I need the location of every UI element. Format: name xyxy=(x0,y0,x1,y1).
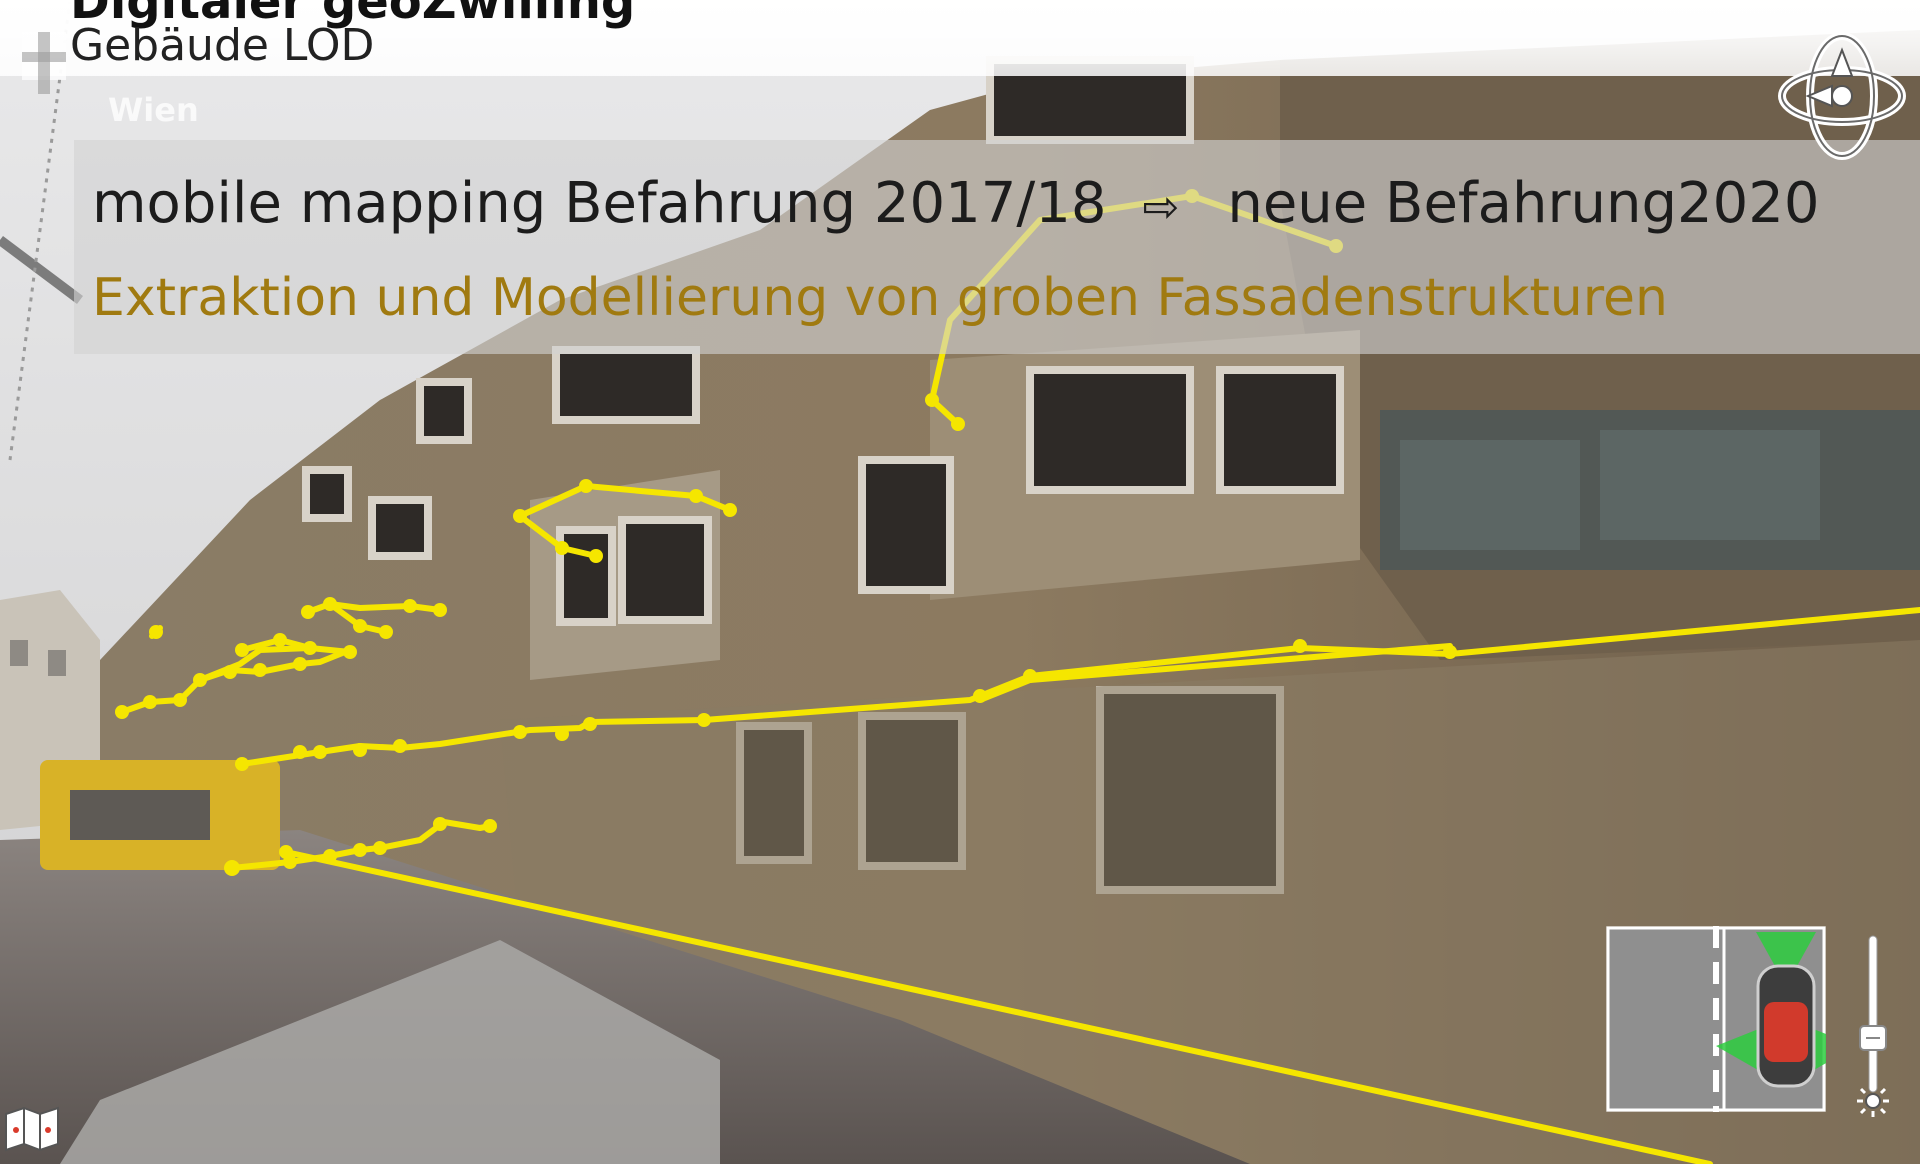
arrow-right-icon: ⇨ xyxy=(1142,182,1180,233)
survey-new: neue Befahrung2020 xyxy=(1227,171,1820,236)
wien-logo: Wien xyxy=(22,30,199,126)
vehicle-minimap[interactable] xyxy=(1606,926,1826,1112)
map-toggle-icon[interactable] xyxy=(4,1104,60,1152)
wien-logo-label: Wien xyxy=(108,91,199,129)
wien-logo-mark xyxy=(22,32,66,94)
brightness-icon[interactable] xyxy=(1856,1084,1890,1118)
brightness-slider[interactable] xyxy=(1858,934,1888,1094)
info-line-survey: mobile mapping Befahrung 2017/18 ⇨ neue Be… xyxy=(92,173,1820,235)
navigation-compass-icon[interactable] xyxy=(1774,28,1910,164)
info-line-extraction: Extraktion und Modellierung von groben F… xyxy=(92,268,1668,328)
survey-previous: mobile mapping Befahrung 2017/18 xyxy=(92,171,1107,236)
